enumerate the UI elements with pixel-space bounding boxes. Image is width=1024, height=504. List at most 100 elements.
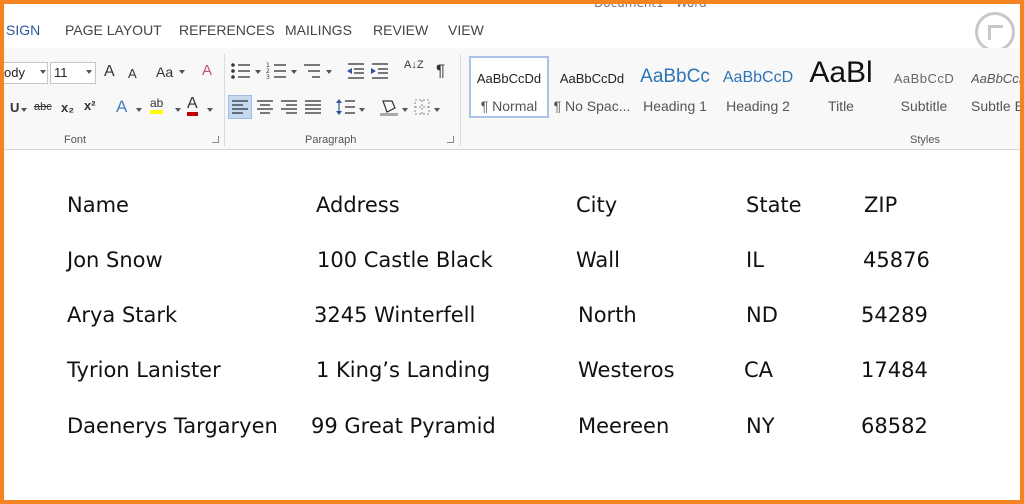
- row-cell: Jon Snow: [67, 248, 163, 272]
- numbering-dropdown-icon[interactable]: [291, 70, 297, 74]
- tab-references[interactable]: REFERENCES: [179, 20, 275, 38]
- document-page[interactable]: Name Address City State ZIP Jon Snow 100…: [4, 150, 1020, 500]
- font-dialog-launcher-icon[interactable]: [212, 136, 219, 143]
- row-cell: CA: [744, 358, 774, 382]
- row-cell: Meereen: [578, 414, 670, 438]
- tab-design[interactable]: SIGN: [6, 20, 40, 38]
- style-sample: AaBbCcI: [971, 71, 1023, 86]
- style-name: ¶ No Spac...: [553, 98, 631, 114]
- underline-icon[interactable]: U: [10, 100, 19, 115]
- style-sample: AaBl: [809, 56, 873, 89]
- style-sample: AaBbCcD: [893, 71, 955, 86]
- ribbon: ody 11 A A Aa A U abc x₂ x² A ab A Font …: [4, 48, 1020, 150]
- row-cell: NY: [746, 414, 775, 438]
- row-cell: Arya Stark: [67, 303, 178, 327]
- sort-icon[interactable]: A↓Z: [404, 60, 424, 71]
- borders-dropdown-icon[interactable]: [434, 108, 440, 112]
- word-window: Document1 - Word SIGN PAGE LAYOUT REFERE…: [0, 0, 1024, 504]
- row-cell: 99 Great Pyramid: [311, 414, 496, 438]
- font-name-dropdown-icon[interactable]: [40, 70, 46, 74]
- text-effects-dropdown-icon[interactable]: [136, 108, 142, 112]
- shrink-font-icon[interactable]: A: [128, 66, 137, 81]
- style-heading-2[interactable]: AaBbCcD Heading 2: [718, 56, 798, 118]
- style-normal[interactable]: AaBbCcDd ¶ Normal: [469, 56, 549, 118]
- style-heading-1[interactable]: AaBbCc Heading 1: [635, 56, 715, 118]
- clear-formatting-icon[interactable]: A: [202, 62, 212, 79]
- style-no-spacing[interactable]: AaBbCcDd ¶ No Spac...: [552, 56, 632, 118]
- style-sample: AaBbCcDd: [559, 71, 625, 86]
- borders-icon[interactable]: [414, 99, 430, 115]
- style-name: Heading 2: [726, 98, 790, 114]
- style-name: Title: [828, 98, 854, 114]
- row-cell: 45876: [863, 248, 930, 272]
- highlight-dropdown-icon[interactable]: [175, 108, 181, 112]
- font-name-value: ody: [4, 65, 25, 80]
- align-left-icon: [232, 100, 248, 114]
- paragraph-dialog-launcher-icon[interactable]: [447, 136, 454, 143]
- row-cell: 17484: [861, 358, 928, 382]
- row-cell: 1 King’s Landing: [316, 358, 491, 382]
- text-effects-icon[interactable]: A: [116, 97, 127, 117]
- tab-mailings[interactable]: MAILINGS: [285, 20, 352, 38]
- row-cell: 54289: [861, 303, 928, 327]
- underline-dropdown-icon[interactable]: [21, 108, 27, 112]
- numbering-icon[interactable]: 1 2 3: [266, 62, 288, 80]
- row-cell: Westeros: [578, 358, 675, 382]
- font-group-label: Font: [64, 134, 87, 146]
- font-size-value: 11: [54, 65, 68, 80]
- tab-view[interactable]: VIEW: [448, 20, 484, 38]
- multilevel-list-icon[interactable]: [302, 62, 324, 80]
- font-color-dropdown-icon[interactable]: [207, 108, 213, 112]
- style-name: Subtle Em: [971, 98, 1024, 114]
- change-case-dropdown-icon[interactable]: [179, 70, 185, 74]
- line-spacing-icon[interactable]: [336, 98, 356, 116]
- subscript-icon[interactable]: x₂: [61, 100, 74, 115]
- tab-page-layout[interactable]: PAGE LAYOUT: [65, 20, 162, 38]
- svg-text:3: 3: [266, 74, 270, 80]
- style-sample: AaBbCcD: [722, 69, 794, 86]
- show-marks-icon[interactable]: ¶: [436, 61, 445, 81]
- row-cell: 100 Castle Black: [317, 248, 493, 272]
- multilevel-dropdown-icon[interactable]: [326, 70, 332, 74]
- row-cell: Tyrion Lanister: [67, 358, 221, 382]
- decrease-indent-icon[interactable]: [346, 62, 366, 80]
- align-center-icon[interactable]: [257, 100, 273, 114]
- header-cell: State: [746, 193, 802, 217]
- styles-group-label: Styles: [910, 134, 940, 146]
- paragraph-group-label: Paragraph: [305, 134, 357, 146]
- style-subtitle[interactable]: AaBbCcD Subtitle: [884, 56, 964, 118]
- ribbon-separator: [460, 54, 461, 146]
- window-title: Document1 - Word: [594, 0, 707, 10]
- ribbon-tabs: SIGN PAGE LAYOUT REFERENCES MAILINGS REV…: [4, 20, 1020, 46]
- align-right-icon[interactable]: [281, 100, 297, 114]
- style-name: Heading 1: [643, 98, 707, 114]
- font-size-dropdown-icon[interactable]: [86, 70, 92, 74]
- row-cell: Daenerys Targaryen: [67, 414, 278, 438]
- font-color-icon[interactable]: A: [187, 95, 198, 116]
- style-subtle-emphasis[interactable]: AaBbCcI Subtle Em: [967, 56, 1024, 118]
- shading-dropdown-icon[interactable]: [402, 108, 408, 112]
- change-case-icon[interactable]: Aa: [156, 64, 173, 80]
- line-spacing-dropdown-icon[interactable]: [359, 108, 365, 112]
- tab-review[interactable]: REVIEW: [373, 20, 428, 38]
- highlight-icon[interactable]: ab: [150, 96, 164, 114]
- title-bar: Document1 - Word: [4, 0, 1020, 10]
- ribbon-separator: [224, 54, 225, 146]
- style-title[interactable]: AaBl Title: [801, 56, 881, 118]
- shading-icon[interactable]: [379, 98, 399, 116]
- superscript-icon[interactable]: x²: [84, 98, 96, 113]
- row-cell: ND: [746, 303, 778, 327]
- row-cell: North: [578, 303, 637, 327]
- increase-indent-icon[interactable]: [370, 62, 390, 80]
- justify-icon[interactable]: [305, 100, 321, 114]
- header-cell: Name: [67, 193, 129, 217]
- header-cell: ZIP: [864, 193, 898, 217]
- bullets-icon[interactable]: [230, 62, 252, 80]
- strikethrough-icon[interactable]: abc: [34, 101, 52, 113]
- bullets-dropdown-icon[interactable]: [255, 70, 261, 74]
- style-sample: AaBbCc: [640, 66, 710, 87]
- row-cell: 3245 Winterfell: [314, 303, 476, 327]
- grow-font-icon[interactable]: A: [104, 63, 115, 81]
- style-sample: AaBbCcDd: [476, 71, 542, 86]
- row-cell: IL: [746, 248, 764, 272]
